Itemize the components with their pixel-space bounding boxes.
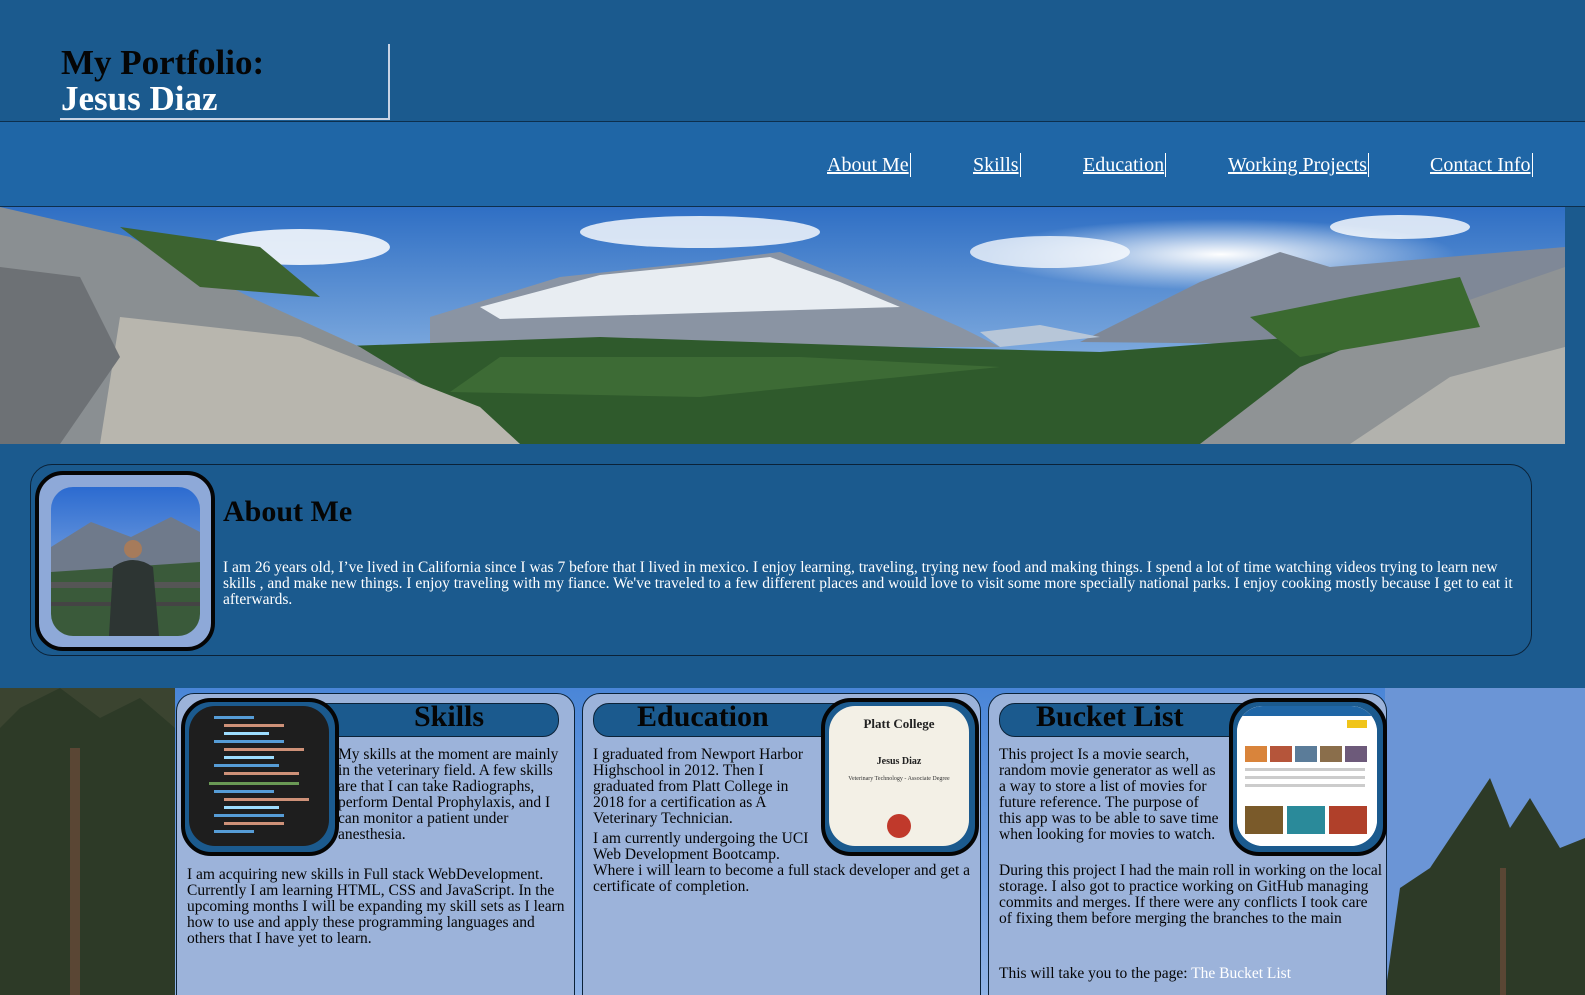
skills-text-1: My skills at the moment are mainly in th… (338, 746, 559, 843)
profile-photo (51, 487, 200, 636)
bucket-list-thumbnail (1229, 698, 1387, 856)
bucket-list-link-line: This will take you to the page: The Buck… (999, 966, 1384, 982)
education-text-2: I am currently undergoing the UCI Web De… (593, 831, 973, 895)
portfolio-title-box: My Portfolio: Jesus Diaz (60, 44, 390, 120)
skills-heading: Skills (414, 700, 485, 733)
certificate-image: Platt College Jesus Diaz Veterinary Tech… (829, 706, 969, 846)
about-me-card: About Me I am 26 years old, I’ve lived i… (30, 464, 1532, 656)
about-me-section: About Me I am 26 years old, I’ve lived i… (0, 444, 1585, 688)
portfolio-title: My Portfolio: (61, 43, 265, 82)
nav-link-skills[interactable]: Skills (973, 153, 1021, 177)
education-text-2-line2: Where i will learn to become a full stac… (593, 862, 971, 895)
bucket-list-card: Bucket List This project Is a movie sear… (988, 693, 1387, 995)
certificate-program: Veterinary Technology - Associate Degree (848, 776, 950, 782)
nav-link-contact-info[interactable]: Contact Info (1430, 153, 1533, 177)
education-heading: Education (637, 700, 769, 733)
code-thumbnail (181, 698, 339, 856)
certificate-name: Jesus Diaz (876, 756, 922, 767)
cards-section: Skills My skills at the moment are mainl… (0, 688, 1585, 995)
education-text-2-line1: I am currently undergoing the UCI Web De… (593, 830, 809, 863)
nav-link-about-me[interactable]: About Me (827, 153, 911, 177)
bucket-list-text-2: During this project I had the main roll … (999, 862, 1383, 927)
nav-link-education[interactable]: Education (1083, 153, 1167, 177)
bucket-list-heading: Bucket List (1036, 700, 1184, 733)
bucket-list-link-prefix: This will take you to the page: (999, 965, 1192, 982)
bucket-list-text-1: This project Is a movie search, random m… (999, 746, 1219, 843)
nav-link-working-projects[interactable]: Working Projects (1228, 153, 1369, 177)
skills-card: Skills My skills at the moment are mainl… (176, 693, 575, 995)
skills-text-2: I am acquiring new skills in Full stack … (187, 866, 565, 947)
education-card: Education Platt College Jesus Diaz Veter… (582, 693, 981, 995)
certificate-school: Platt College (863, 716, 935, 731)
main-navigation: About Me Skills Education Working Projec… (0, 122, 1585, 207)
site-header: My Portfolio: Jesus Diaz (0, 0, 1585, 122)
code-screenshot (189, 706, 329, 846)
mountain-panorama-banner (0, 207, 1565, 444)
education-text-1: I graduated from Newport Harbor Highscho… (593, 746, 804, 827)
bucket-list-link[interactable]: The Bucket List (1191, 965, 1291, 982)
portfolio-owner-name: Jesus Diaz (61, 79, 218, 118)
bucket-list-screenshot (1237, 706, 1377, 846)
about-me-text: I am 26 years old, I’ve lived in Califor… (223, 559, 1513, 608)
avatar (35, 471, 215, 651)
about-me-heading: About Me (223, 495, 353, 528)
